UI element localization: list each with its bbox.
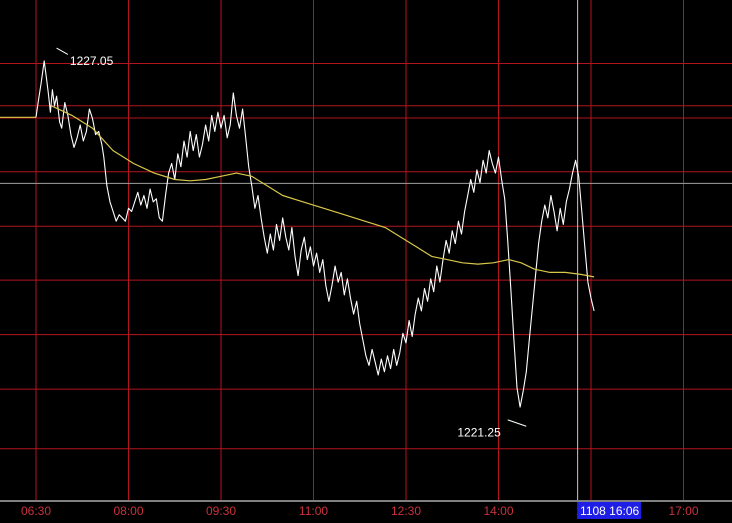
x-tick-label-0: 06:30 — [21, 504, 51, 518]
cursor-label: 1108 16:06 — [580, 504, 639, 518]
annotation-label-0: 1227.05 — [70, 54, 114, 68]
x-tick-label-3: 11:00 — [299, 504, 328, 518]
x-tick-label-5: 14:00 — [483, 504, 513, 518]
annotation-label-1: 1221.25 — [457, 426, 501, 440]
plot-background — [0, 0, 732, 523]
x-tick-label-4: 12:30 — [391, 504, 421, 518]
x-tick-label-7: 17:00 — [668, 504, 698, 518]
x-axis: 06:3008:0009:3011:0012:3014:0015:3017:00… — [0, 500, 732, 523]
x-tick-label-1: 08:00 — [113, 504, 143, 518]
x-tick-label-2: 09:30 — [206, 504, 236, 518]
price-chart[interactable]: 1227.05 1221.25 06:30 08:00 09:30 11:00 12:30… — [0, 0, 732, 523]
